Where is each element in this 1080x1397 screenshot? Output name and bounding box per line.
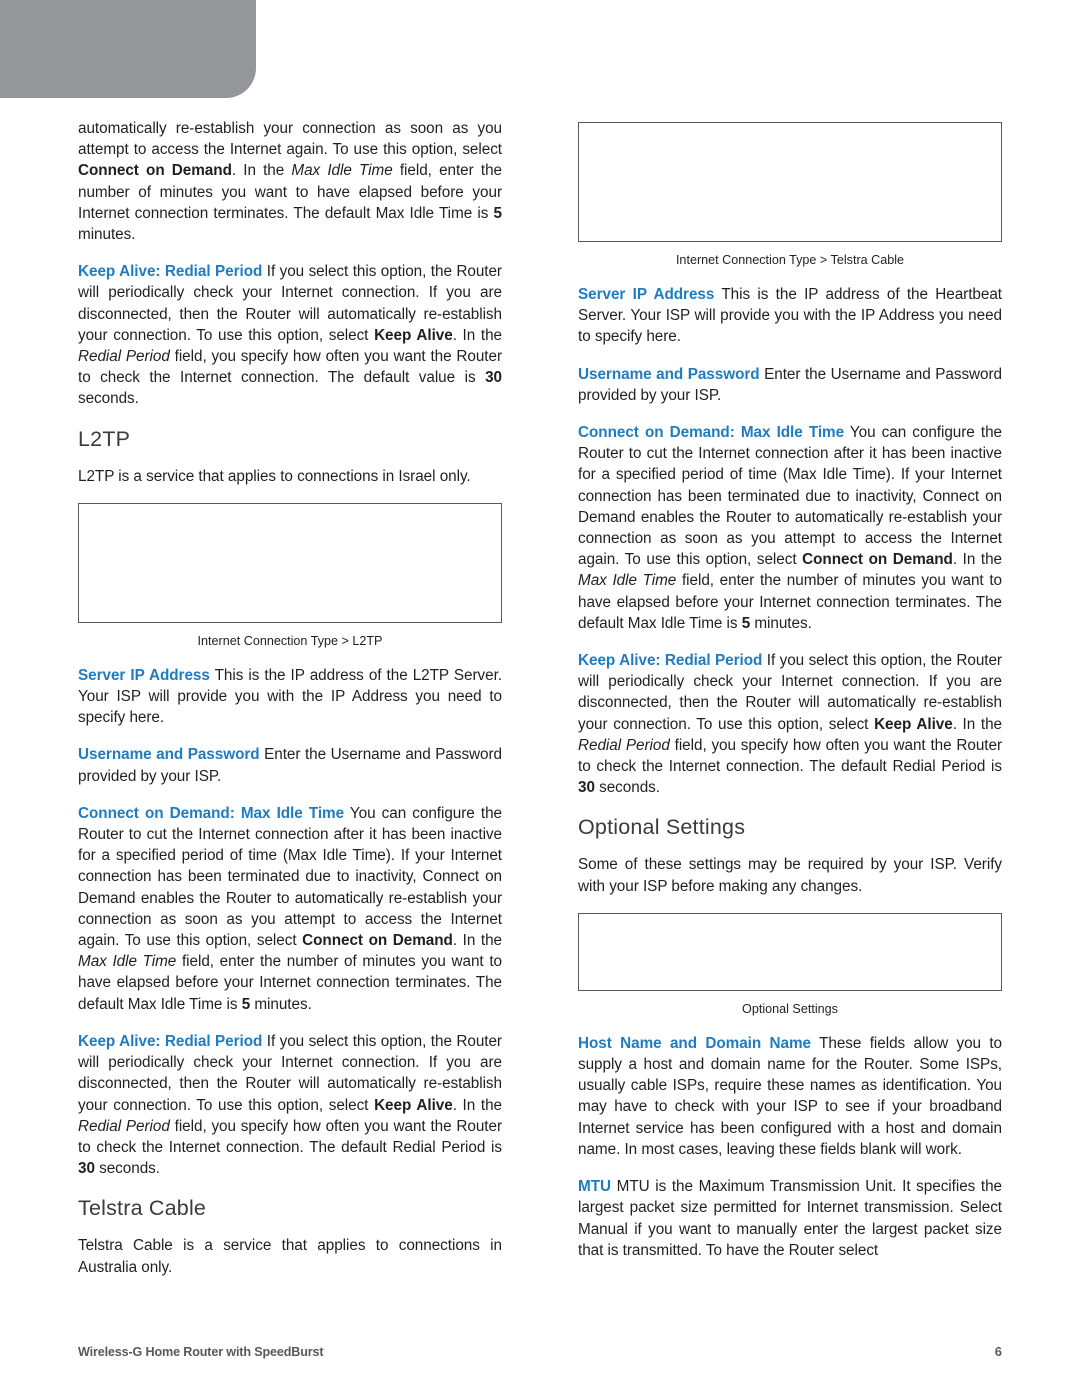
bold-run: 30 xyxy=(485,369,502,387)
bold-run: 5 xyxy=(493,204,503,222)
page-footer: Wireless-G Home Router with SpeedBurst 6 xyxy=(78,1344,1002,1359)
run-in-heading: MTU xyxy=(578,1178,611,1196)
figure-image-placeholder xyxy=(78,502,502,623)
text-run: automatically re-establish your connecti… xyxy=(78,120,502,159)
figure-caption: Optional Settings xyxy=(742,1001,838,1016)
footer-page-number: 6 xyxy=(994,1344,1002,1359)
run-in-heading: Keep Alive: Redial Period xyxy=(78,263,263,281)
italic-run: Max Idle Time xyxy=(578,572,677,590)
run-in-heading: Username and Password xyxy=(578,365,760,383)
figure-caption: Internet Connection Type > L2TP xyxy=(197,633,383,648)
bold-run: Connect on Demand xyxy=(78,162,232,180)
run-in-heading: Server IP Address xyxy=(578,286,715,303)
bold-run: 5 xyxy=(741,614,751,632)
paragraph-connect-on-demand: Connect on Demand: Max Idle Time You can… xyxy=(78,803,502,1015)
figure-image-placeholder xyxy=(578,912,1002,991)
figure-l2tp: Internet Connection Type > L2TP xyxy=(78,502,502,649)
run-in-heading: Server IP Address xyxy=(78,666,210,684)
bold-run: Connect on Demand xyxy=(302,932,453,950)
paragraph-continued: automatically re-establish your connecti… xyxy=(78,118,502,245)
run-in-heading: Connect on Demand: Max Idle Time xyxy=(78,804,345,822)
paragraph-mtu: MTU MTU is the Maximum Transmission Unit… xyxy=(578,1176,1002,1261)
paragraph-connect-on-demand: Connect on Demand: Max Idle Time You can… xyxy=(578,422,1002,634)
section-heading-l2tp: L2TP xyxy=(78,426,131,451)
text-run: . In the xyxy=(952,715,1002,733)
paragraph-keep-alive-2: Keep Alive: Redial Period If you select … xyxy=(78,1031,502,1179)
paragraph-username-password: Username and Password Enter the Username… xyxy=(578,364,1002,406)
figure-telstra-cable: Internet Connection Type > Telstra Cable xyxy=(578,122,1002,268)
figure-image-placeholder xyxy=(578,122,1002,242)
right-column: Internet Connection Type > Telstra Cable… xyxy=(578,118,1002,1294)
bold-run: 30 xyxy=(78,1160,95,1178)
bold-run: 5 xyxy=(241,995,251,1013)
text-run: You can configure the Router to cut the … xyxy=(78,804,502,950)
bold-run: 30 xyxy=(578,779,595,797)
run-in-heading: Keep Alive: Redial Period xyxy=(78,1032,263,1050)
text-run: minutes. xyxy=(78,226,136,244)
bold-run: Keep Alive xyxy=(874,715,953,733)
figure-optional-settings: Optional Settings xyxy=(578,912,1002,1017)
paragraph-keep-alive: Keep Alive: Redial Period If you select … xyxy=(578,650,1002,798)
text-run: seconds. xyxy=(94,1160,160,1178)
header-decoration-block xyxy=(0,0,256,98)
text-run: minutes. xyxy=(750,614,812,632)
run-in-heading: Keep Alive: Redial Period xyxy=(578,652,763,670)
section-heading-telstra-cable: Telstra Cable xyxy=(78,1196,207,1221)
paragraph-username-password: Username and Password Enter the Username… xyxy=(78,744,502,786)
italic-run: Redial Period xyxy=(78,1117,170,1135)
run-in-heading: Host Name and Domain Name xyxy=(578,1034,812,1052)
text-run: . In the xyxy=(452,326,502,344)
paragraph-l2tp-intro: L2TP is a service that applies to connec… xyxy=(78,467,471,485)
paragraph-keep-alive: Keep Alive: Redial Period If you select … xyxy=(78,261,502,409)
italic-run: Max Idle Time xyxy=(291,162,393,180)
italic-run: Redial Period xyxy=(578,736,670,754)
paragraph-server-ip: Server IP Address This is the IP address… xyxy=(78,665,502,729)
section-heading-optional-settings: Optional Settings xyxy=(578,815,746,840)
page-content: automatically re-establish your connecti… xyxy=(78,118,1002,1294)
italic-run: Redial Period xyxy=(78,348,170,366)
bold-run: Keep Alive xyxy=(374,1096,453,1114)
text-run: MTU is the Maximum Transmission Unit. It… xyxy=(578,1178,1002,1259)
text-run: . In the xyxy=(231,162,292,180)
left-column: automatically re-establish your connecti… xyxy=(78,118,502,1294)
paragraph-server-ip: Server IP Address This is the IP address… xyxy=(578,284,1002,348)
text-run: You can configure the Router to cut the … xyxy=(578,424,1002,569)
text-run: . In the xyxy=(452,1096,502,1114)
figure-caption: Internet Connection Type > Telstra Cable xyxy=(675,253,905,267)
run-in-heading: Connect on Demand: Max Idle Time xyxy=(578,424,845,442)
run-in-heading: Username and Password xyxy=(78,746,260,764)
bold-run: Keep Alive xyxy=(374,326,453,344)
paragraph-telstra-intro: Telstra Cable is a service that applies … xyxy=(78,1237,502,1276)
text-run: seconds. xyxy=(78,390,139,408)
text-run: These fields allow you to supply a host … xyxy=(578,1034,1003,1158)
text-run: . In the xyxy=(952,551,1002,569)
italic-run: Max Idle Time xyxy=(78,953,177,971)
text-run: seconds. xyxy=(594,779,660,797)
text-run: . In the xyxy=(452,932,502,950)
text-run: minutes. xyxy=(250,995,312,1013)
paragraph-optional-intro: Some of these settings may be required b… xyxy=(578,856,1002,895)
paragraph-host-domain-name: Host Name and Domain Name These fields a… xyxy=(578,1033,1002,1160)
footer-document-title: Wireless-G Home Router with SpeedBurst xyxy=(78,1345,324,1359)
bold-run: Connect on Demand xyxy=(802,551,953,569)
